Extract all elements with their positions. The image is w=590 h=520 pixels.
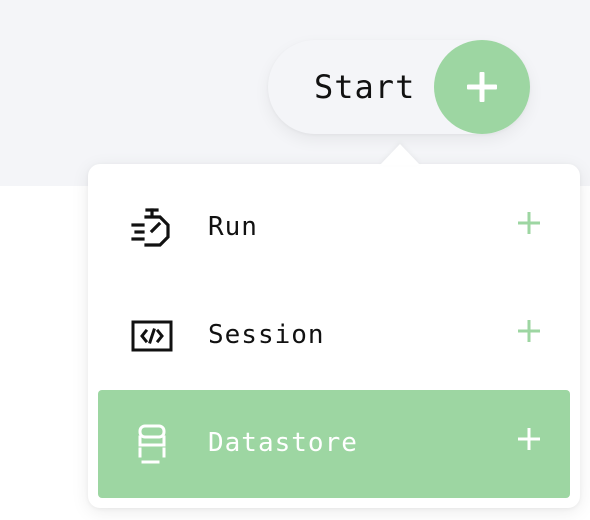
code-window-icon bbox=[131, 320, 173, 352]
plus-icon bbox=[467, 72, 497, 102]
plus-icon[interactable] bbox=[516, 318, 542, 344]
menu-item-label: Session bbox=[208, 320, 325, 350]
menu-item-label: Run bbox=[208, 212, 258, 242]
menu-item-session[interactable]: Session bbox=[98, 282, 570, 390]
start-plus-button[interactable] bbox=[434, 40, 530, 134]
start-button[interactable]: Start bbox=[268, 40, 530, 134]
menu-caret bbox=[380, 144, 420, 165]
start-label: Start bbox=[314, 68, 416, 106]
plus-icon[interactable] bbox=[516, 426, 542, 452]
menu-item-label: Datastore bbox=[208, 428, 358, 458]
plus-icon[interactable] bbox=[516, 210, 542, 236]
stopwatch-icon bbox=[131, 208, 170, 247]
menu-item-datastore[interactable]: Datastore bbox=[98, 390, 570, 498]
menu-item-run[interactable]: Run bbox=[98, 174, 570, 282]
database-icon bbox=[138, 424, 166, 464]
